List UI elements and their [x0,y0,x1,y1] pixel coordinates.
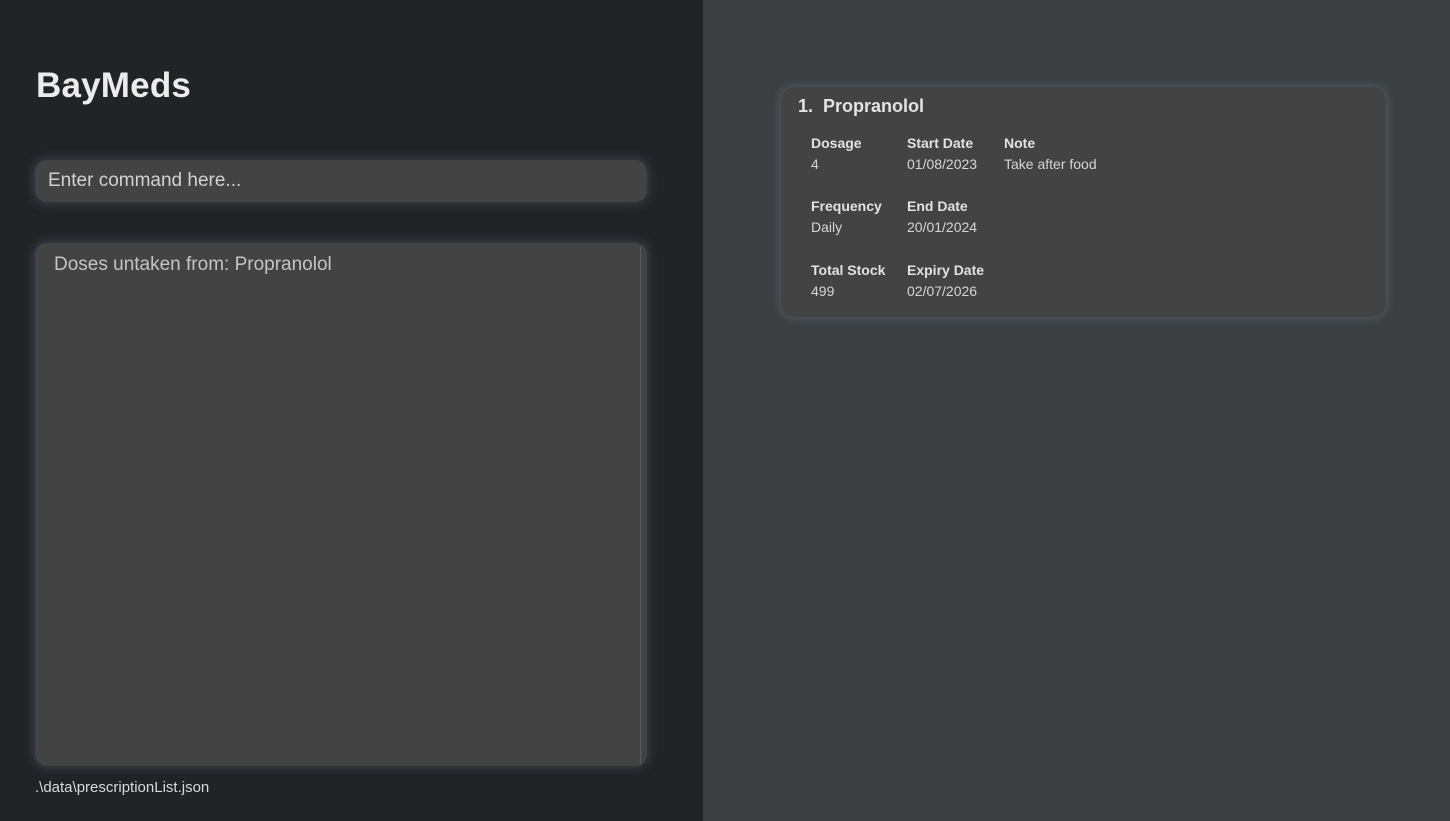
total-stock-value: 499 [811,283,835,299]
prescription-list-pane: 1. Propranolol Dosage 4 Start Date 01/08… [703,0,1450,821]
dosage-field: Dosage 4 [811,135,862,173]
frequency-value: Daily [811,219,843,235]
command-pane: BayMeds Doses untaken from: Propranolol … [0,0,703,821]
frequency-label: Frequency [811,198,882,214]
status-bar-file-path: .\data\prescriptionList.json [35,779,210,796]
total-stock-field: Total Stock 499 [811,262,885,300]
result-scrollbar[interactable] [640,247,641,766]
app-window: BayMeds Doses untaken from: Propranolol … [0,0,1450,821]
prescription-card[interactable]: 1. Propranolol Dosage 4 Start Date 01/08… [781,87,1386,317]
dosage-value: 4 [811,156,819,172]
expiry-date-field: Expiry Date 02/07/2026 [907,262,984,300]
start-date-value: 01/08/2023 [907,156,978,172]
note-label: Note [1004,135,1036,151]
dosage-label: Dosage [811,135,862,151]
app-title: BayMeds [36,66,192,105]
result-message: Doses untaken from: Propranolol [54,254,332,275]
end-date-value: 20/01/2024 [907,219,978,235]
note-value: Take after food [1004,156,1097,172]
total-stock-label: Total Stock [811,262,886,278]
start-date-label: Start Date [907,135,974,151]
end-date-label: End Date [907,198,968,214]
expiry-date-label: Expiry Date [907,262,985,278]
frequency-field: Frequency Daily [811,198,882,236]
command-box [35,160,647,202]
command-input[interactable] [35,160,647,202]
prescription-title: 1. Propranolol [798,96,925,116]
expiry-date-value: 02/07/2026 [907,283,978,299]
note-field: Note Take after food [1004,135,1097,173]
start-date-field: Start Date 01/08/2023 [907,135,977,173]
result-display[interactable]: Doses untaken from: Propranolol [35,243,647,766]
end-date-field: End Date 20/01/2024 [907,198,977,236]
